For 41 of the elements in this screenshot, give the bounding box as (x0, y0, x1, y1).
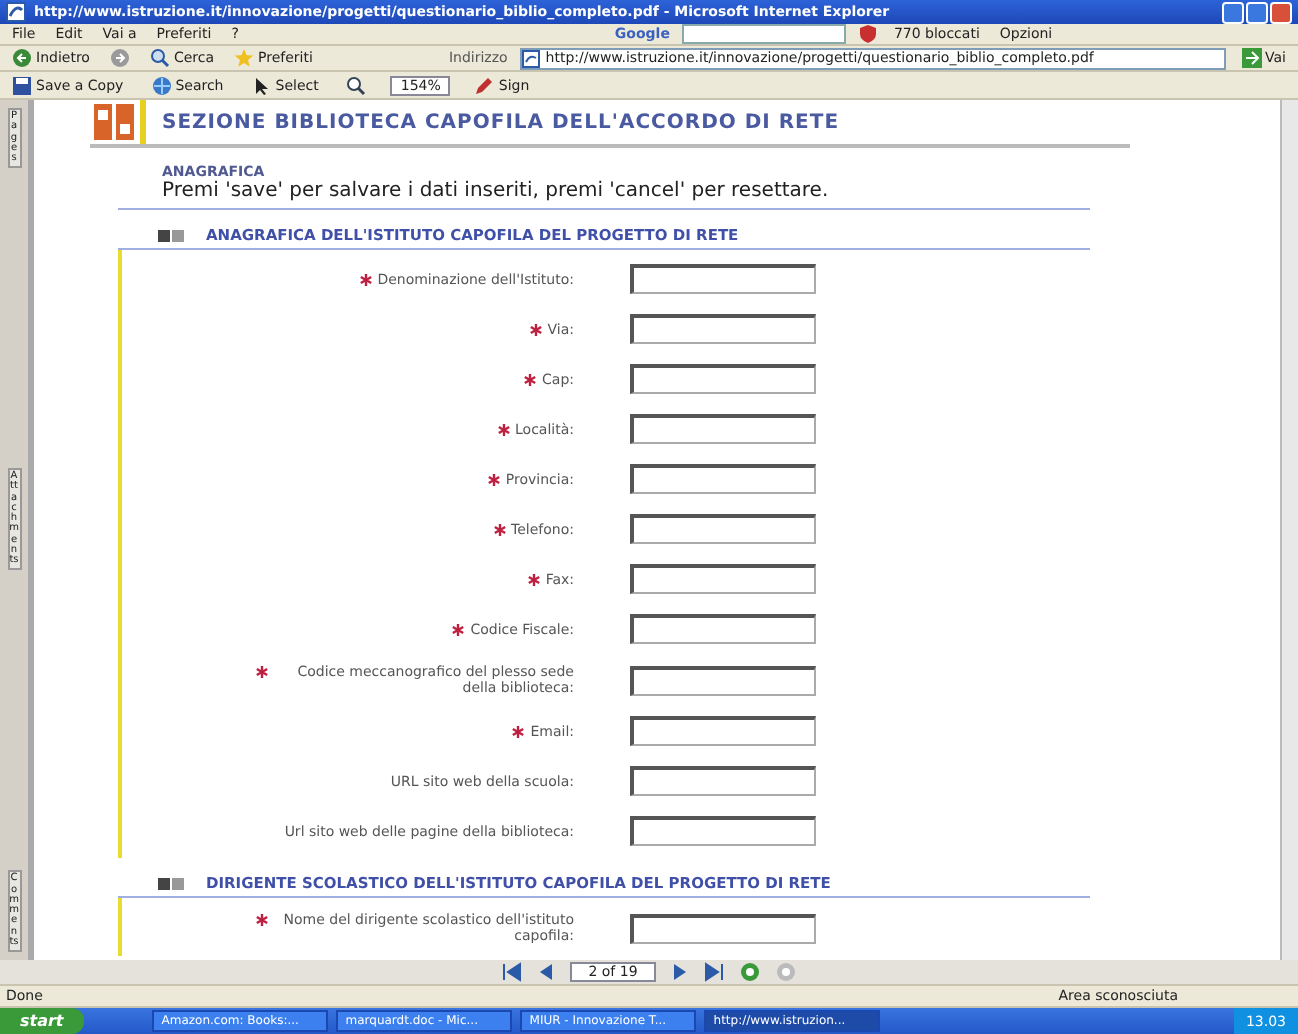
input-field[interactable] (630, 414, 816, 444)
pen-icon (474, 75, 495, 95)
last-page-icon[interactable] (703, 962, 724, 982)
google-search-field[interactable] (681, 24, 846, 44)
magnifier-icon (346, 75, 367, 95)
input-field[interactable] (630, 766, 816, 796)
forward-circle-icon[interactable] (739, 962, 760, 982)
input-field[interactable] (630, 913, 816, 943)
scrollbar[interactable] (1280, 100, 1298, 960)
section-marker-icon (158, 875, 186, 891)
section-marker-icon (158, 227, 186, 243)
input-field[interactable] (630, 264, 816, 294)
close-button[interactable] (1270, 1, 1292, 23)
shield-icon (857, 24, 878, 44)
minimize-button[interactable] (1222, 1, 1244, 23)
input-field[interactable] (630, 464, 816, 494)
next-page-icon[interactable] (671, 962, 688, 982)
page-icon (521, 49, 540, 67)
document-heading: SEZIONE BIBLIOTECA CAPOFILA DELL'ACCORDO DI RETE (162, 111, 840, 133)
star-icon (234, 48, 255, 68)
arrow-circle-icon (12, 48, 32, 68)
start-button[interactable]: start (0, 1008, 84, 1034)
previous-page-icon[interactable] (538, 962, 555, 982)
cursor-icon (251, 75, 272, 95)
arrow-icon (1241, 48, 1262, 68)
input-field[interactable] (630, 665, 816, 695)
input-field[interactable] (630, 716, 816, 746)
first-page-icon[interactable] (502, 962, 523, 982)
search-icon (149, 48, 170, 68)
input-field[interactable] (630, 364, 816, 394)
browser-icon (6, 2, 26, 22)
arrow-circle-icon (109, 48, 130, 68)
input-field[interactable] (630, 314, 816, 344)
toolbar-button[interactable] (342, 75, 371, 95)
instruction-text: Premi 'save' per salvare i dati inseriti, premi 'cancel' per resettare. (118, 180, 1090, 210)
input-field[interactable] (630, 514, 816, 544)
input-field[interactable] (630, 816, 816, 846)
input-field[interactable] (630, 614, 816, 644)
input-field[interactable] (630, 564, 816, 594)
maximize-button[interactable] (1246, 1, 1268, 23)
globe-icon (151, 75, 172, 95)
